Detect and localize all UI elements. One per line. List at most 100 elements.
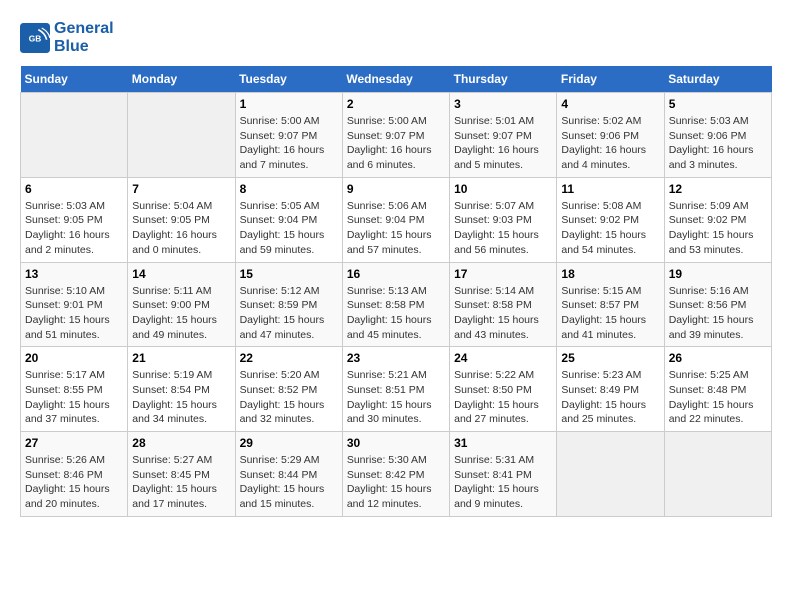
header-tuesday: Tuesday: [235, 66, 342, 93]
day-number: 10: [454, 182, 552, 196]
week-row-1: 1Sunrise: 5:00 AMSunset: 9:07 PMDaylight…: [21, 93, 772, 178]
day-info: Sunrise: 5:10 AMSunset: 9:01 PMDaylight:…: [25, 284, 123, 343]
day-number: 17: [454, 267, 552, 281]
calendar-cell: 21 Sunrise: 5:19 AMSunset: 8:54 PMDayligh…: [128, 347, 235, 432]
day-info: Sunrise: 5:29 AMSunset: 8:44 PMDaylight:…: [240, 453, 338, 512]
header-friday: Friday: [557, 66, 664, 93]
day-number: 26: [669, 351, 767, 365]
day-info: Sunrise: 5:03 AMSunset: 9:06 PMDaylight:…: [669, 114, 767, 173]
day-info: Sunrise: 5:26 AMSunset: 8:46 PMDaylight:…: [25, 453, 123, 512]
day-number: 29: [240, 436, 338, 450]
calendar-cell: 20Sunrise: 5:17 AMSunset: 8:55 PMDayligh…: [21, 347, 128, 432]
day-number: 3: [454, 97, 552, 111]
calendar-cell: 31 Sunrise: 5:31 AMSunset: 8:41 PMDayligh…: [450, 432, 557, 517]
day-number: 13: [25, 267, 123, 281]
day-number: 30: [347, 436, 445, 450]
day-info: Sunrise: 5:09 AMSunset: 9:02 PMDaylight:…: [669, 199, 767, 258]
day-number: 16: [347, 267, 445, 281]
day-info: Sunrise: 5:02 AMSunset: 9:06 PMDaylight:…: [561, 114, 659, 173]
calendar-cell: 12 Sunrise: 5:09 AMSunset: 9:02 PMDayligh…: [664, 177, 771, 262]
calendar-cell: 6Sunrise: 5:03 AMSunset: 9:05 PMDaylight…: [21, 177, 128, 262]
calendar-header-row: SundayMondayTuesdayWednesdayThursdayFrid…: [21, 66, 772, 93]
day-info: Sunrise: 5:19 AMSunset: 8:54 PMDaylight:…: [132, 368, 230, 427]
calendar-cell: 17 Sunrise: 5:14 AMSunset: 8:58 PMDayligh…: [450, 262, 557, 347]
calendar-cell: 4 Sunrise: 5:02 AMSunset: 9:06 PMDaylight…: [557, 93, 664, 178]
day-number: 27: [25, 436, 123, 450]
day-number: 28: [132, 436, 230, 450]
calendar-cell: 25 Sunrise: 5:23 AMSunset: 8:49 PMDayligh…: [557, 347, 664, 432]
calendar-cell: 23 Sunrise: 5:21 AMSunset: 8:51 PMDayligh…: [342, 347, 449, 432]
day-info: Sunrise: 5:22 AMSunset: 8:50 PMDaylight:…: [454, 368, 552, 427]
week-row-4: 20Sunrise: 5:17 AMSunset: 8:55 PMDayligh…: [21, 347, 772, 432]
calendar-cell: 30Sunrise: 5:30 AMSunset: 8:42 PMDayligh…: [342, 432, 449, 517]
day-number: 21: [132, 351, 230, 365]
calendar-cell: 24Sunrise: 5:22 AMSunset: 8:50 PMDayligh…: [450, 347, 557, 432]
day-number: 14: [132, 267, 230, 281]
logo-text-line1: General: [54, 20, 114, 38]
logo-icon: GB: [20, 23, 50, 53]
day-number: 4: [561, 97, 659, 111]
calendar-cell: 29 Sunrise: 5:29 AMSunset: 8:44 PMDayligh…: [235, 432, 342, 517]
day-info: Sunrise: 5:12 AMSunset: 8:59 PMDaylight:…: [240, 284, 338, 343]
calendar-cell: [128, 93, 235, 178]
calendar-cell: 16 Sunrise: 5:13 AMSunset: 8:58 PMDayligh…: [342, 262, 449, 347]
header-thursday: Thursday: [450, 66, 557, 93]
calendar-cell: 3Sunrise: 5:01 AMSunset: 9:07 PMDaylight…: [450, 93, 557, 178]
week-row-5: 27 Sunrise: 5:26 AMSunset: 8:46 PMDayligh…: [21, 432, 772, 517]
calendar-cell: [21, 93, 128, 178]
header-saturday: Saturday: [664, 66, 771, 93]
day-info: Sunrise: 5:20 AMSunset: 8:52 PMDaylight:…: [240, 368, 338, 427]
header-wednesday: Wednesday: [342, 66, 449, 93]
calendar-cell: 15 Sunrise: 5:12 AMSunset: 8:59 PMDayligh…: [235, 262, 342, 347]
calendar-cell: 27 Sunrise: 5:26 AMSunset: 8:46 PMDayligh…: [21, 432, 128, 517]
calendar-cell: 9 Sunrise: 5:06 AMSunset: 9:04 PMDaylight…: [342, 177, 449, 262]
day-info: Sunrise: 5:25 AMSunset: 8:48 PMDaylight:…: [669, 368, 767, 427]
day-number: 23: [347, 351, 445, 365]
day-number: 15: [240, 267, 338, 281]
calendar-cell: 11 Sunrise: 5:08 AMSunset: 9:02 PMDayligh…: [557, 177, 664, 262]
calendar-cell: 26 Sunrise: 5:25 AMSunset: 8:48 PMDayligh…: [664, 347, 771, 432]
day-info: Sunrise: 5:13 AMSunset: 8:58 PMDaylight:…: [347, 284, 445, 343]
day-number: 2: [347, 97, 445, 111]
calendar-cell: 5 Sunrise: 5:03 AMSunset: 9:06 PMDaylight…: [664, 93, 771, 178]
day-number: 19: [669, 267, 767, 281]
day-number: 12: [669, 182, 767, 196]
calendar-cell: [557, 432, 664, 517]
day-info: Sunrise: 5:05 AMSunset: 9:04 PMDaylight:…: [240, 199, 338, 258]
calendar-cell: [664, 432, 771, 517]
calendar-cell: 2Sunrise: 5:00 AMSunset: 9:07 PMDaylight…: [342, 93, 449, 178]
day-info: Sunrise: 5:31 AMSunset: 8:41 PMDaylight:…: [454, 453, 552, 512]
calendar-cell: 28 Sunrise: 5:27 AMSunset: 8:45 PMDayligh…: [128, 432, 235, 517]
day-info: Sunrise: 5:14 AMSunset: 8:58 PMDaylight:…: [454, 284, 552, 343]
day-number: 5: [669, 97, 767, 111]
day-number: 9: [347, 182, 445, 196]
day-info: Sunrise: 5:23 AMSunset: 8:49 PMDaylight:…: [561, 368, 659, 427]
day-number: 11: [561, 182, 659, 196]
calendar-cell: 18Sunrise: 5:15 AMSunset: 8:57 PMDayligh…: [557, 262, 664, 347]
day-info: Sunrise: 5:16 AMSunset: 8:56 PMDaylight:…: [669, 284, 767, 343]
day-number: 18: [561, 267, 659, 281]
day-info: Sunrise: 5:04 AMSunset: 9:05 PMDaylight:…: [132, 199, 230, 258]
calendar-cell: 13 Sunrise: 5:10 AMSunset: 9:01 PMDayligh…: [21, 262, 128, 347]
calendar-cell: 10 Sunrise: 5:07 AMSunset: 9:03 PMDayligh…: [450, 177, 557, 262]
day-info: Sunrise: 5:06 AMSunset: 9:04 PMDaylight:…: [347, 199, 445, 258]
calendar-cell: 19 Sunrise: 5:16 AMSunset: 8:56 PMDayligh…: [664, 262, 771, 347]
logo-text-line2: Blue: [54, 38, 114, 56]
day-info: Sunrise: 5:07 AMSunset: 9:03 PMDaylight:…: [454, 199, 552, 258]
day-info: Sunrise: 5:03 AMSunset: 9:05 PMDaylight:…: [25, 199, 123, 258]
logo: GB General Blue: [20, 20, 114, 56]
day-info: Sunrise: 5:11 AMSunset: 9:00 PMDaylight:…: [132, 284, 230, 343]
day-info: Sunrise: 5:27 AMSunset: 8:45 PMDaylight:…: [132, 453, 230, 512]
day-number: 22: [240, 351, 338, 365]
day-info: Sunrise: 5:00 AMSunset: 9:07 PMDaylight:…: [240, 114, 338, 173]
calendar-cell: 14 Sunrise: 5:11 AMSunset: 9:00 PMDayligh…: [128, 262, 235, 347]
day-number: 25: [561, 351, 659, 365]
header-monday: Monday: [128, 66, 235, 93]
day-info: Sunrise: 5:08 AMSunset: 9:02 PMDaylight:…: [561, 199, 659, 258]
day-info: Sunrise: 5:21 AMSunset: 8:51 PMDaylight:…: [347, 368, 445, 427]
page-header: GB General Blue: [20, 20, 772, 56]
day-number: 7: [132, 182, 230, 196]
day-number: 31: [454, 436, 552, 450]
week-row-3: 13 Sunrise: 5:10 AMSunset: 9:01 PMDayligh…: [21, 262, 772, 347]
calendar-table: SundayMondayTuesdayWednesdayThursdayFrid…: [20, 66, 772, 517]
